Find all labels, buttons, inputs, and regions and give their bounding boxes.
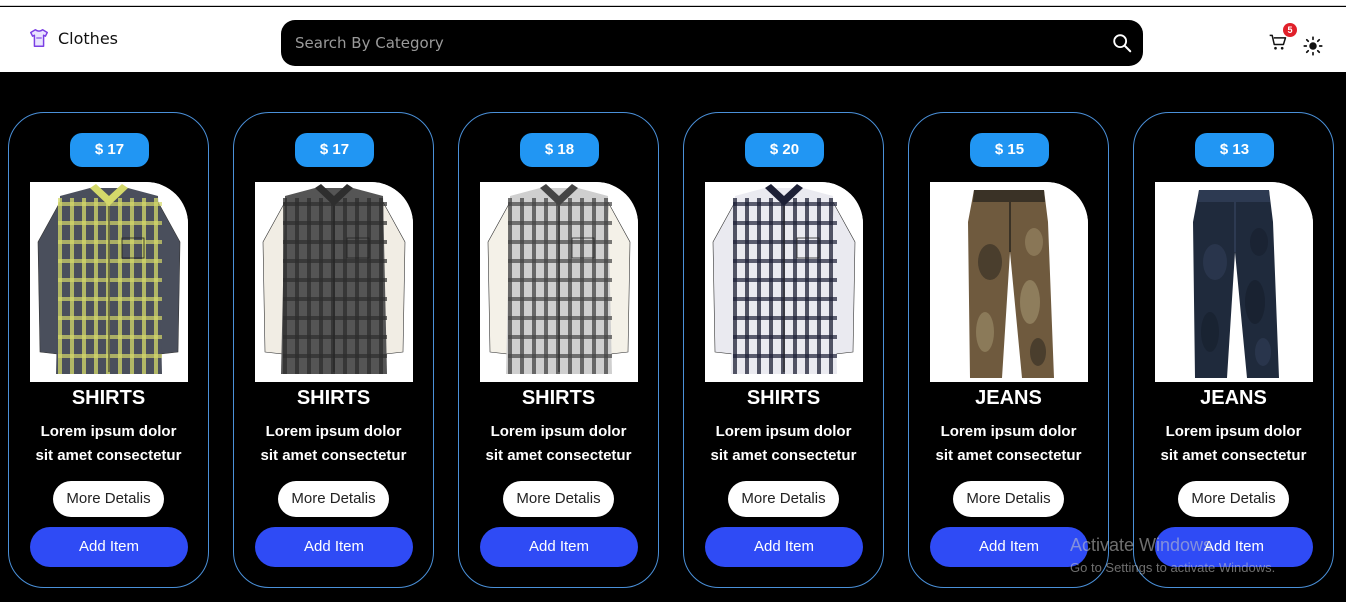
search-input[interactable] — [281, 34, 1081, 52]
product-description-line1: Lorem ipsum dolor — [940, 423, 1077, 440]
product-description: Lorem ipsum dolor sit amet consectetur — [19, 420, 198, 468]
product-description-line1: Lorem ipsum dolor — [490, 423, 627, 440]
more-details-button[interactable]: More Detalis — [1178, 481, 1289, 517]
product-image-frame — [930, 182, 1088, 382]
price-badge: $ 15 — [970, 133, 1049, 167]
product-image-frame — [705, 182, 863, 382]
product-image — [1155, 182, 1313, 382]
product-category: SHIRTS — [521, 387, 596, 409]
product-image-frame — [255, 182, 413, 382]
product-card: $ 15 JEANS Lorem ipsum dolor sit amet co… — [908, 112, 1109, 588]
product-card: $ 17 SHIRTS Lorem ipsum dolor sit amet c… — [8, 112, 209, 588]
add-item-button[interactable]: Add Item — [1155, 527, 1313, 567]
more-details-button[interactable]: More Detalis — [278, 481, 389, 517]
product-image — [255, 182, 413, 382]
brand[interactable]: Clothes — [28, 27, 118, 49]
product-description-line2: sit amet consectetur — [485, 447, 632, 464]
product-description: Lorem ipsum dolor sit amet consectetur — [919, 420, 1098, 468]
product-card: $ 18 SHIRTS Lorem ipsum dolor sit amet c… — [458, 112, 659, 588]
add-item-button[interactable]: Add Item — [705, 527, 863, 567]
product-category: JEANS — [975, 387, 1042, 409]
add-item-button[interactable]: Add Item — [930, 527, 1088, 567]
product-description-line2: sit amet consectetur — [260, 447, 407, 464]
price-badge: $ 17 — [70, 133, 149, 167]
product-description-line1: Lorem ipsum dolor — [1165, 423, 1302, 440]
add-item-button[interactable]: Add Item — [480, 527, 638, 567]
product-description-line2: sit amet consectetur — [710, 447, 857, 464]
more-details-button[interactable]: More Detalis — [53, 481, 164, 517]
product-description-line1: Lorem ipsum dolor — [40, 423, 177, 440]
product-card: $ 20 SHIRTS Lorem ipsum dolor sit amet c… — [683, 112, 884, 588]
add-item-button[interactable]: Add Item — [30, 527, 188, 567]
product-grid: $ 17 SHIRTS Lorem ipsum dolor sit amet c… — [0, 72, 1346, 602]
add-item-button[interactable]: Add Item — [255, 527, 413, 567]
product-description-line2: sit amet consectetur — [935, 447, 1082, 464]
product-image — [480, 182, 638, 382]
product-category: SHIRTS — [71, 387, 146, 409]
brand-name: Clothes — [58, 28, 118, 48]
product-image — [930, 182, 1088, 382]
product-image-frame — [1155, 182, 1313, 382]
search-icon[interactable] — [1111, 32, 1133, 54]
product-image — [30, 182, 188, 382]
product-card: $ 13 JEANS Lorem ipsum dolor sit amet co… — [1133, 112, 1334, 588]
product-category: SHIRTS — [296, 387, 371, 409]
product-description-line2: sit amet consectetur — [35, 447, 182, 464]
product-image-frame — [30, 182, 188, 382]
more-details-button[interactable]: More Detalis — [953, 481, 1064, 517]
navbar: Clothes 5 — [0, 7, 1346, 72]
tshirt-icon — [30, 29, 48, 47]
product-description: Lorem ipsum dolor sit amet consectetur — [469, 420, 648, 468]
product-description: Lorem ipsum dolor sit amet consectetur — [694, 420, 873, 468]
product-description: Lorem ipsum dolor sit amet consectetur — [244, 420, 423, 468]
price-badge: $ 20 — [745, 133, 824, 167]
price-badge: $ 17 — [295, 133, 374, 167]
product-image — [705, 182, 863, 382]
more-details-button[interactable]: More Detalis — [728, 481, 839, 517]
product-description: Lorem ipsum dolor sit amet consectetur — [1144, 420, 1323, 468]
more-details-button[interactable]: More Detalis — [503, 481, 614, 517]
product-description-line1: Lorem ipsum dolor — [265, 423, 402, 440]
cart-count-badge: 5 — [1283, 23, 1297, 37]
sun-icon[interactable] — [1303, 36, 1323, 56]
search-bar — [281, 20, 1143, 66]
product-category: JEANS — [1200, 387, 1267, 409]
product-description-line2: sit amet consectetur — [1160, 447, 1307, 464]
browser-top-edge — [0, 0, 1346, 6]
price-badge: $ 13 — [1195, 133, 1274, 167]
product-description-line1: Lorem ipsum dolor — [715, 423, 852, 440]
product-category: SHIRTS — [746, 387, 821, 409]
product-image-frame — [480, 182, 638, 382]
product-card: $ 17 SHIRTS Lorem ipsum dolor sit amet c… — [233, 112, 434, 588]
price-badge: $ 18 — [520, 133, 599, 167]
